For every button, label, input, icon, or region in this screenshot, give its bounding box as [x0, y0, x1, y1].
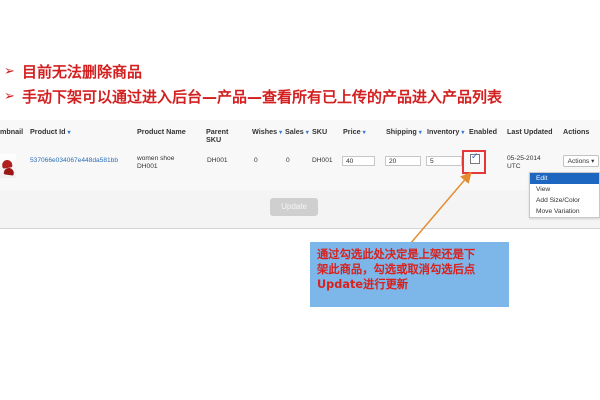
header-wishes[interactable]: Wishes ▾ — [252, 128, 282, 137]
last-updated-value: 05-25-2014 UTC — [507, 155, 541, 170]
parent-sku-value: DH001 — [207, 157, 228, 164]
sort-icon: ▾ — [279, 130, 283, 136]
header-product-id[interactable]: Product Id ▾ — [30, 128, 71, 137]
shipping-input[interactable]: 20 — [385, 156, 421, 166]
price-input[interactable]: 40 — [342, 156, 375, 166]
bullet-text: 手动下架可以通过进入后台—产品—查看所有已上传的产品进入产品列表 — [22, 87, 503, 106]
product-name: women shoe DH001 — [137, 155, 175, 170]
inventory-input[interactable]: 5 — [426, 156, 462, 166]
product-thumbnail[interactable] — [0, 154, 16, 178]
sort-icon: ▾ — [305, 130, 309, 136]
update-button[interactable]: Update — [270, 198, 318, 216]
actions-menu: Edit View Add Size/Color Move Variation — [529, 172, 600, 218]
header-thumbnail: mbnail — [0, 127, 24, 136]
bullet-list: ➢ 目前无法删除商品 ➢ 手动下架可以通过进入后台—产品—查看所有已上传的产品进… — [4, 60, 594, 107]
product-id-link[interactable]: 537066e034067e448da581bb — [30, 157, 118, 165]
annotation-callout: 通过勾选此处决定是上架还是下 架此商品，勾选或取消勾选后点 Update进行更新 — [310, 242, 509, 307]
header-product-name: Product Name — [137, 127, 186, 136]
wishes-value: 0 — [254, 157, 258, 164]
enabled-checkbox[interactable] — [470, 152, 480, 164]
product-table: mbnail Product Id ▾ Product Name Parent SK… — [0, 120, 600, 190]
shoe-image — [3, 167, 15, 176]
bullet-arrow-icon: ➢ — [4, 63, 15, 79]
menu-item-edit[interactable]: Edit — [530, 173, 599, 184]
header-shipping[interactable]: Shipping ▾ — [386, 128, 422, 137]
callout-line-2: 架此商品，勾选或取消勾选后点 — [317, 263, 476, 276]
header-last-updated: Last Updated — [507, 127, 553, 136]
actions-dropdown-button[interactable]: Actions ▾ — [563, 155, 599, 167]
bullet-2: ➢ 手动下架可以通过进入后台—产品—查看所有已上传的产品进入产品列表 — [4, 85, 594, 107]
header-inventory[interactable]: Inventory ▾ — [427, 128, 464, 137]
bullet-arrow-icon: ➢ — [4, 88, 15, 104]
menu-item-view[interactable]: View — [530, 184, 599, 195]
callout-line-1: 通过勾选此处决定是上架还是下 — [317, 248, 476, 261]
menu-item-move-variation[interactable]: Move Variation — [530, 206, 599, 217]
sort-icon: ▾ — [461, 130, 465, 136]
callout-line-3: Update进行更新 — [317, 278, 409, 291]
bullet-1: ➢ 目前无法删除商品 — [4, 60, 594, 82]
sku-value: DH001 — [312, 157, 333, 164]
header-parent-sku: Parent SKU — [206, 127, 229, 144]
header-enabled: Enabled — [469, 127, 497, 136]
sort-icon: ▾ — [362, 130, 366, 136]
enabled-highlight-box — [462, 150, 486, 174]
bullet-text: 目前无法删除商品 — [22, 62, 143, 81]
sort-icon: ▾ — [418, 130, 422, 136]
header-price[interactable]: Price ▾ — [343, 128, 366, 137]
header-sales[interactable]: Sales ▾ — [285, 128, 309, 137]
sales-value: 0 — [286, 157, 290, 164]
sort-icon: ▾ — [67, 130, 71, 136]
header-sku: SKU — [312, 127, 328, 136]
header-actions: Actions — [563, 127, 590, 136]
menu-item-add-size-color[interactable]: Add Size/Color — [530, 195, 599, 206]
